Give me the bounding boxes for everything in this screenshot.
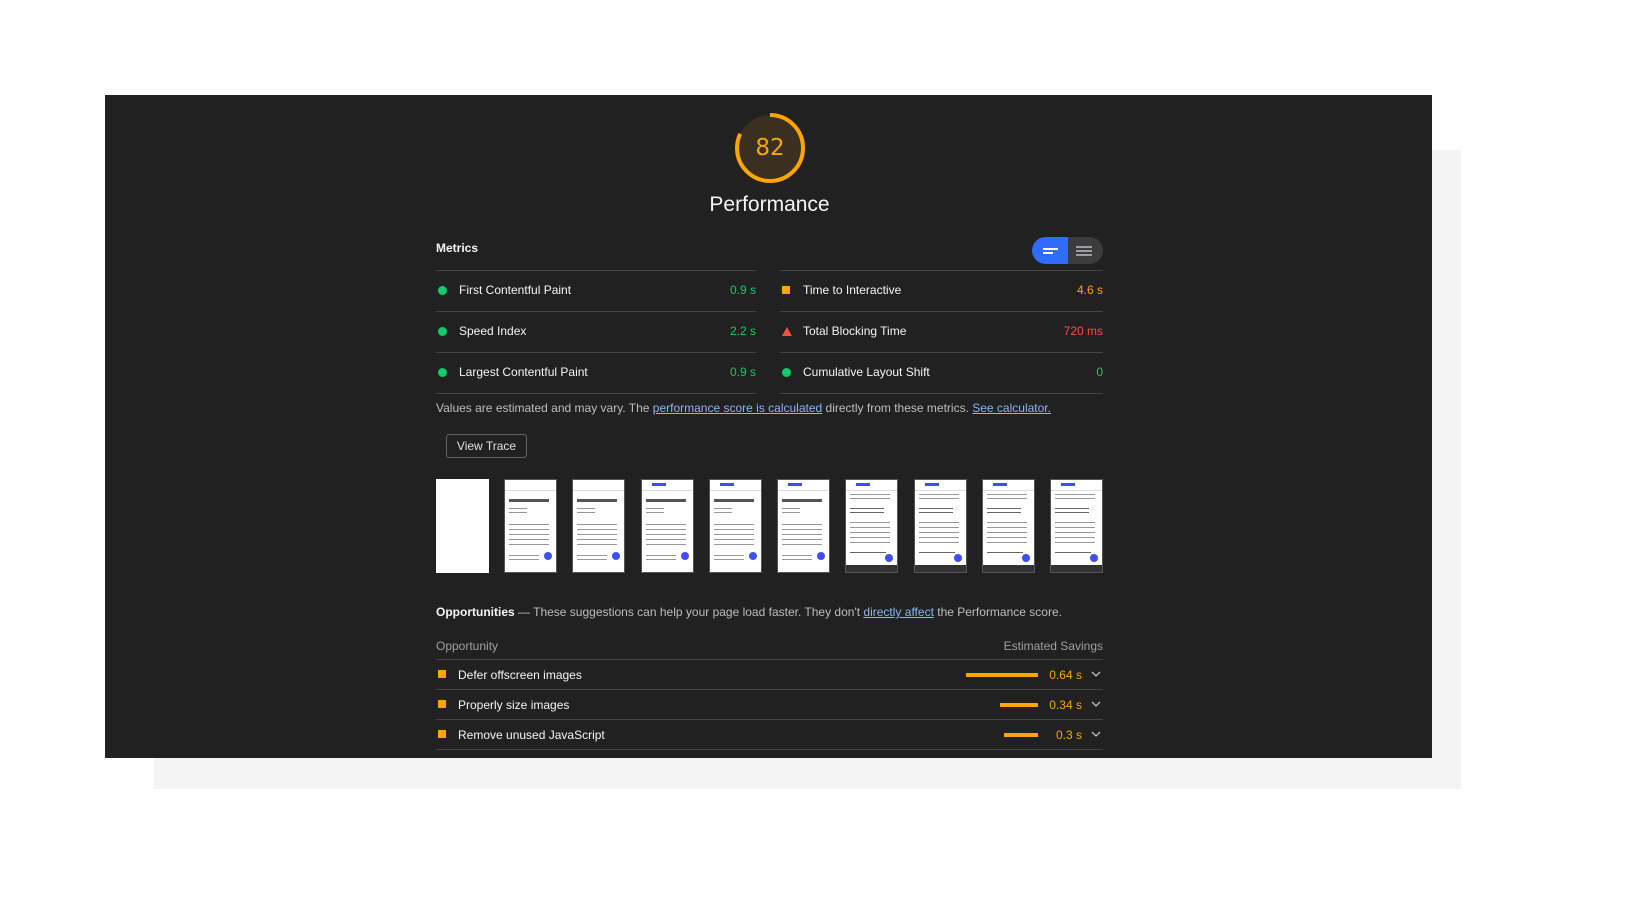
metric-label: Largest Contentful Paint: [459, 365, 588, 379]
filmstrip: [436, 479, 1103, 574]
savings-bar: [966, 673, 1038, 677]
savings-value: 0.34 s: [1049, 698, 1082, 712]
see-calculator-link[interactable]: See calculator.: [972, 401, 1051, 415]
metric-row: First Contentful Paint 0.9 s: [436, 270, 756, 311]
metric-label: Cumulative Layout Shift: [803, 365, 930, 379]
metric-row: Speed Index 2.2 s: [436, 311, 756, 352]
list-view-button[interactable]: [1032, 237, 1068, 264]
metric-label: Total Blocking Time: [803, 324, 907, 338]
chevron-down-icon[interactable]: [1091, 669, 1101, 679]
opportunities-description: — These suggestions can help your page l…: [514, 605, 864, 619]
metric-label: First Contentful Paint: [459, 283, 572, 297]
filmstrip-frame: [572, 479, 625, 573]
metrics-heading: Metrics: [436, 241, 479, 255]
filmstrip-frame: [914, 479, 967, 573]
category-title: Performance: [709, 193, 830, 216]
lighthouse-report-panel: 82 Performance Metrics First Contentful …: [105, 95, 1432, 758]
opportunities-table-header: Opportunity Estimated Savings: [436, 635, 1103, 660]
score-calculated-link[interactable]: performance score is calculated: [653, 401, 822, 415]
directly-affect-link[interactable]: directly affect: [863, 605, 933, 619]
opportunity-label: Remove unused JavaScript: [458, 728, 605, 742]
metric-label: Time to Interactive: [803, 283, 902, 297]
pass-circle-icon: [782, 368, 791, 377]
opportunity-row[interactable]: Properly size images 0.34 s: [436, 690, 1103, 720]
metric-row: Total Blocking Time 720 ms: [780, 311, 1103, 352]
column-estimated-savings: Estimated Savings: [1003, 639, 1103, 653]
metric-value: 0: [1096, 365, 1103, 379]
filmstrip-frame: [709, 479, 762, 573]
metric-label: Speed Index: [459, 324, 527, 338]
savings-value: 0.64 s: [1049, 668, 1082, 682]
average-square-icon: [438, 700, 446, 708]
filmstrip-frame: [845, 479, 898, 573]
pass-circle-icon: [438, 327, 447, 336]
metrics-disclaimer: Values are estimated and may vary. The p…: [436, 401, 1051, 415]
filmstrip-frame: [436, 479, 489, 573]
filmstrip-frame: [982, 479, 1035, 573]
filmstrip-frame: [777, 479, 830, 573]
opportunities-table: Opportunity Estimated Savings Defer offs…: [436, 635, 1103, 750]
metric-value: 4.6 s: [1076, 283, 1103, 297]
opportunity-label: Properly size images: [458, 698, 570, 712]
chevron-down-icon[interactable]: [1091, 729, 1101, 739]
metrics-view-toggle[interactable]: [1032, 237, 1103, 264]
metric-row: Time to Interactive 4.6 s: [780, 270, 1103, 311]
disclaimer-text: Values are estimated and may vary. The: [436, 401, 653, 415]
savings-value: 0.3 s: [1055, 728, 1082, 742]
fail-triangle-icon: [782, 327, 792, 336]
filmstrip-frame: [504, 479, 557, 573]
pass-circle-icon: [438, 286, 447, 295]
metric-value: 720 ms: [1063, 324, 1103, 338]
metrics-column-right: Time to Interactive 4.6 s Total Blocking…: [780, 270, 1103, 394]
average-square-icon: [438, 730, 446, 738]
average-square-icon: [782, 286, 790, 294]
metric-row: Cumulative Layout Shift 0: [780, 352, 1103, 394]
metrics-column-left: First Contentful Paint 0.9 s Speed Index…: [436, 270, 756, 394]
chevron-down-icon[interactable]: [1091, 699, 1101, 709]
metric-row: Largest Contentful Paint 0.9 s: [436, 352, 756, 394]
opportunities-title: Opportunities: [436, 605, 515, 619]
opportunity-row[interactable]: Defer offscreen images 0.64 s: [436, 660, 1103, 690]
score-value: 82: [755, 135, 785, 161]
opportunities-header: Opportunities — These suggestions can he…: [436, 605, 1062, 619]
opportunities-description: the Performance score.: [933, 605, 1062, 619]
disclaimer-text: directly from these metrics.: [822, 401, 973, 415]
pass-circle-icon: [438, 368, 447, 377]
score-gauge: 82: [734, 112, 806, 184]
view-trace-button[interactable]: View Trace: [446, 434, 527, 458]
opportunity-row[interactable]: Remove unused JavaScript 0.3 s: [436, 720, 1103, 750]
opportunity-label: Defer offscreen images: [458, 668, 582, 682]
metric-value: 2.2 s: [729, 324, 756, 338]
savings-bar: [1004, 733, 1038, 737]
savings-bar: [1000, 703, 1038, 707]
filmstrip-frame: [641, 479, 694, 573]
filmstrip-frame: [1050, 479, 1103, 573]
column-opportunity: Opportunity: [436, 639, 499, 653]
metric-value: 0.9 s: [729, 365, 756, 379]
average-square-icon: [438, 670, 446, 678]
table-view-button[interactable]: [1068, 237, 1103, 264]
metric-value: 0.9 s: [729, 283, 756, 297]
